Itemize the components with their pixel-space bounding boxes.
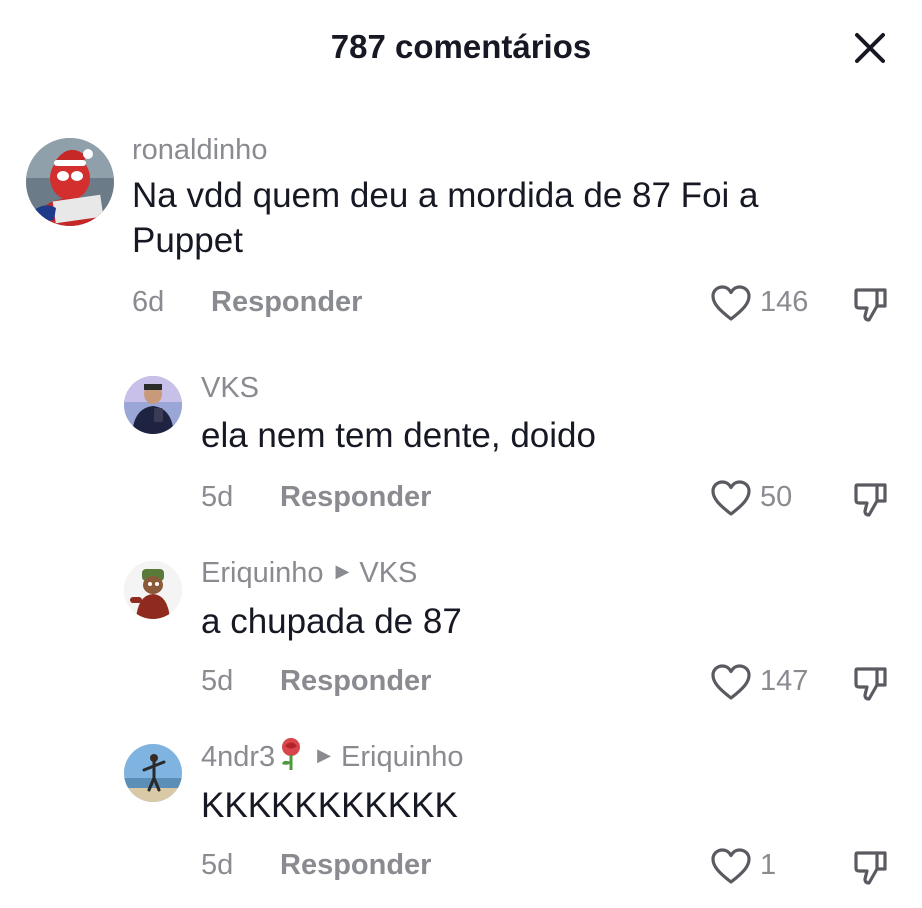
- close-icon[interactable]: [848, 26, 892, 70]
- thumbs-down-icon[interactable]: [851, 479, 891, 519]
- comment-username[interactable]: VKS: [201, 372, 259, 405]
- comments-title: 787 comentários: [330, 28, 592, 65]
- thumbs-down-icon[interactable]: [851, 663, 891, 703]
- reply-button[interactable]: Responder: [280, 481, 431, 514]
- heart-icon[interactable]: [710, 284, 752, 322]
- username-text[interactable]: 4ndr3: [201, 741, 275, 773]
- reply-arrow-icon: ▶: [317, 744, 332, 765]
- like-count: 146: [760, 286, 809, 318]
- like-count: 147: [760, 665, 809, 697]
- beach-avatar[interactable]: [124, 744, 182, 802]
- reply-to-username[interactable]: VKS: [359, 557, 417, 589]
- comment-text: a chupada de 87: [201, 602, 462, 641]
- username-text[interactable]: Eriquinho: [201, 557, 324, 589]
- rose-emoji-icon: [277, 737, 305, 771]
- like-count: 50: [760, 481, 793, 513]
- reply-button[interactable]: Responder: [280, 665, 431, 698]
- spiderman-avatar[interactable]: [26, 138, 114, 226]
- comment-age: 5d: [201, 665, 234, 697]
- heart-icon[interactable]: [710, 847, 752, 885]
- reply-button[interactable]: Responder: [280, 849, 431, 882]
- comment-age: 6d: [132, 286, 165, 318]
- reply-to-username[interactable]: Eriquinho: [341, 741, 464, 773]
- comment-text: Na vdd quem deu a mordida de 87 Foi a Pu…: [132, 176, 759, 260]
- comments-header: 787 comentários: [0, 0, 922, 96]
- comment-username[interactable]: Eriquinho ▶ VKS: [201, 557, 417, 590]
- comment-age: 5d: [201, 481, 234, 513]
- comment-text: KKKKKKKKKKK: [201, 786, 458, 825]
- comment-username[interactable]: 4ndr3 ▶ Eriquinho: [201, 738, 464, 775]
- like-count: 1: [760, 849, 777, 881]
- reply-button[interactable]: Responder: [211, 286, 362, 319]
- heart-icon[interactable]: [710, 663, 752, 701]
- comment-username[interactable]: ronaldinho: [132, 134, 267, 167]
- comment-age: 5d: [201, 849, 234, 881]
- cartoon-avatar[interactable]: [124, 561, 182, 619]
- thumbs-down-icon[interactable]: [851, 847, 891, 887]
- reply-arrow-icon: ▶: [335, 560, 350, 581]
- comment-text: ela nem tem dente, doido: [201, 416, 596, 455]
- heart-icon[interactable]: [710, 479, 752, 517]
- person-selfie-avatar[interactable]: [124, 376, 182, 434]
- thumbs-down-icon[interactable]: [851, 284, 891, 324]
